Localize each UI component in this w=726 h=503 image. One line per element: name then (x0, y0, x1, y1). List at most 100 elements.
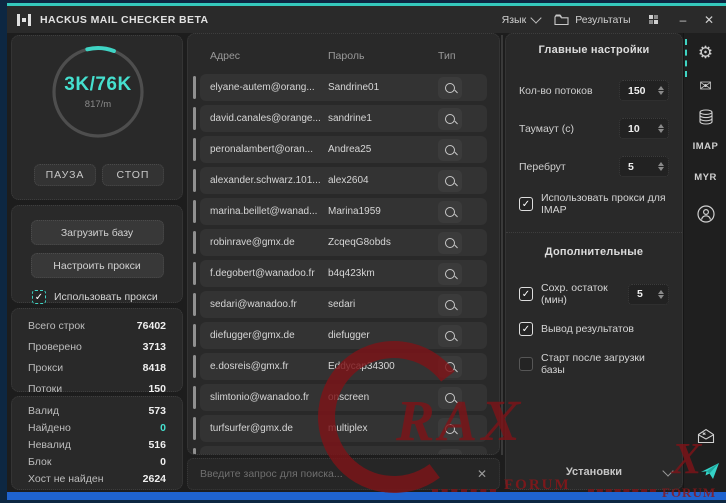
row-search-button[interactable] (438, 263, 462, 285)
row-search-button[interactable] (438, 108, 462, 130)
folder-icon (554, 14, 569, 26)
timeout-value: 10 (620, 123, 654, 135)
magnifier-icon (445, 269, 455, 279)
table-row[interactable]: david.canales@orange...sandrine1 (200, 105, 487, 132)
table-row[interactable]: e.dosreis@gmx.frEddycap34300 (200, 353, 487, 380)
myr-tab[interactable]: MYR (694, 172, 717, 183)
timeout-stepper[interactable]: 10 (619, 118, 669, 139)
row-search-button[interactable] (438, 449, 462, 456)
row-password: sandrine1 (328, 113, 438, 124)
table-scrollbar[interactable] (501, 35, 503, 455)
header-address: Адрес (210, 50, 322, 62)
stat-row: Найдено0 (12, 419, 182, 436)
stop-button[interactable]: СТОП (102, 164, 164, 186)
row-search-button[interactable] (438, 201, 462, 223)
row-password: sedari (328, 299, 438, 310)
database-tab[interactable] (698, 109, 714, 125)
table-row[interactable]: f.degobert@wanadoo.frb4q423km (200, 260, 487, 287)
magnifier-icon (445, 362, 455, 372)
save-remainder-row[interactable]: ✓ Сохр. остаток (мин) 5 (519, 282, 669, 306)
chevron-down-icon (662, 465, 673, 476)
bruteforce-stepper[interactable]: 5 (619, 156, 669, 177)
threads-stepper[interactable]: 150 (619, 80, 669, 101)
mail-tab[interactable]: ✉ (699, 77, 712, 95)
stats-primary-panel: Всего строк76402 Проверено3713 Прокси841… (11, 308, 183, 392)
table-row[interactable]: marina.beillet@wanad...Marina1959 (200, 198, 487, 225)
start-after-load-label: Старт после загрузки базы (541, 352, 669, 376)
installs-label: Установки (566, 466, 622, 478)
stat-label: Проверено (28, 341, 82, 353)
imap-proxy-label: Использовать прокси для IMAP (541, 192, 669, 216)
row-search-button[interactable] (438, 418, 462, 440)
save-remainder-checkbox[interactable]: ✓ (519, 287, 533, 301)
output-results-label: Вывод результатов (541, 323, 634, 335)
row-search-button[interactable] (438, 387, 462, 409)
row-search-button[interactable] (438, 77, 462, 99)
table-row[interactable]: diefugger@gmx.dediefugger (200, 322, 487, 349)
language-menu[interactable]: Язык (502, 14, 541, 26)
threads-field: Кол-во потоков 150 (519, 80, 669, 101)
use-proxy-checkbox[interactable]: ✓ (32, 290, 46, 304)
magnifier-icon (445, 83, 455, 93)
row-search-button[interactable] (438, 294, 462, 316)
start-after-load-checkbox[interactable]: ✓ (519, 357, 533, 371)
output-results-row[interactable]: ✓ Вывод результатов (519, 322, 669, 336)
stepper-arrows-icon[interactable] (654, 124, 668, 133)
stepper-arrows-icon[interactable] (654, 86, 668, 95)
stat-value: 150 (148, 383, 166, 395)
row-search-button[interactable] (438, 232, 462, 254)
table-row[interactable]: slimtonio@wanadoo.fronscreen (200, 384, 487, 411)
row-password: Marina1959 (328, 206, 438, 217)
stepper-arrows-icon[interactable] (654, 162, 668, 171)
row-password: Andrea25 (328, 144, 438, 155)
stat-row: Блок0 (12, 453, 182, 470)
row-search-button[interactable] (438, 170, 462, 192)
stat-value: 573 (148, 405, 166, 417)
row-password: alex2604 (328, 175, 438, 186)
pause-button[interactable]: ПАУЗА (34, 164, 96, 186)
spam-mail-tab[interactable] (697, 428, 715, 444)
stat-row: Невалид516 (12, 436, 182, 453)
minimize-button[interactable]: – (670, 13, 696, 27)
table-row[interactable]: elyane-autem@orang...Sandrine01 (200, 74, 487, 101)
stat-value: 8418 (143, 362, 166, 374)
results-button[interactable]: Результаты (554, 14, 630, 26)
threads-value: 150 (620, 85, 654, 97)
stat-label: Блок (28, 456, 51, 468)
stat-row: Всего строк76402 (12, 315, 182, 336)
close-button[interactable]: ✕ (696, 13, 722, 27)
settings-tab[interactable]: ⚙ (698, 43, 713, 63)
row-address: elyane-autem@orang... (210, 82, 322, 93)
table-row[interactable]: sedari@wanadoo.frsedari (200, 291, 487, 318)
apps-grid-icon[interactable] (649, 15, 659, 25)
table-row[interactable]: alexander.schwarz.101... alex2604 (200, 167, 487, 194)
save-remainder-stepper[interactable]: 5 (628, 284, 669, 305)
output-results-checkbox[interactable]: ✓ (519, 322, 533, 336)
magnifier-icon (445, 114, 455, 124)
start-after-load-row[interactable]: ✓ Старт после загрузки базы (519, 352, 669, 376)
imap-proxy-checkbox[interactable]: ✓ (519, 197, 533, 211)
row-search-button[interactable] (438, 356, 462, 378)
row-search-button[interactable] (438, 139, 462, 161)
main-settings-title: Главные настройки (519, 44, 669, 56)
open-envelope-icon (697, 428, 715, 444)
table-row[interactable]: turfsurfer@gmx.demultiplex (200, 415, 487, 442)
row-password: b4q423km (328, 268, 438, 279)
installs-footer-button[interactable]: Установки (506, 459, 682, 485)
table-row[interactable]: robinrave@gmx.deZcqeqG8obds (200, 229, 487, 256)
stats-results-panel: Валид573 Найдено0 Невалид516 Блок0 Хост … (11, 396, 183, 490)
row-address: alexander.schwarz.101... (210, 175, 322, 186)
row-search-button[interactable] (438, 325, 462, 347)
account-tab[interactable] (697, 205, 715, 223)
load-base-button[interactable]: Загрузить базу (31, 220, 164, 245)
telegram-tab[interactable] (700, 462, 720, 480)
table-row[interactable]: peronalambert@oran...Andrea25 (200, 136, 487, 163)
clear-search-icon[interactable]: ✕ (477, 467, 487, 481)
imap-proxy-checkbox-row[interactable]: ✓ Использовать прокси для IMAP (519, 192, 669, 216)
imap-tab[interactable]: IMAP (693, 141, 719, 152)
use-proxy-checkbox-row[interactable]: ✓ Использовать прокси (32, 290, 182, 304)
stepper-arrows-icon[interactable] (654, 290, 668, 299)
search-input[interactable] (188, 468, 477, 480)
table-row-partial[interactable] (200, 446, 487, 455)
configure-proxy-button[interactable]: Настроить прокси (31, 253, 164, 278)
